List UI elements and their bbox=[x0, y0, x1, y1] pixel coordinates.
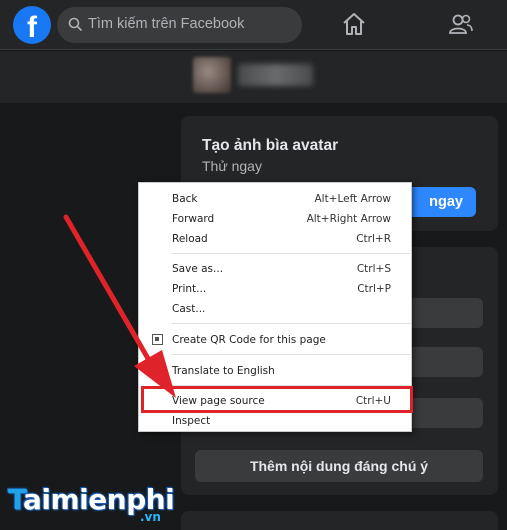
taimienphi-watermark: Taimienphi .vn bbox=[8, 483, 175, 524]
red-arrow-annotation bbox=[63, 214, 176, 398]
watermark-domain: .vn bbox=[140, 510, 161, 524]
